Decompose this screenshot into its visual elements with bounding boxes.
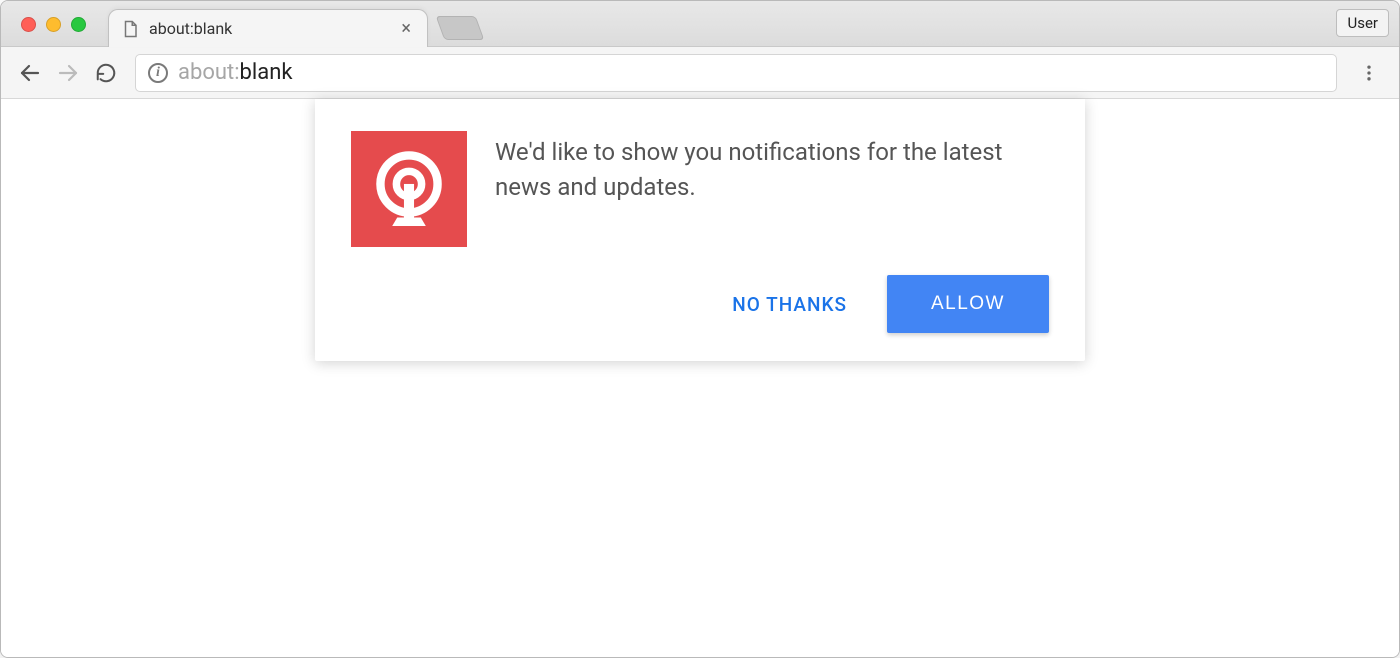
page-content: We'd like to show you notifications for … xyxy=(1,99,1399,657)
address-bar[interactable]: i about:blank xyxy=(135,54,1337,92)
browser-tab[interactable]: about:blank × xyxy=(108,9,428,47)
no-thanks-button[interactable]: NO THANKS xyxy=(724,279,855,330)
reload-button[interactable] xyxy=(91,58,121,88)
maximize-window-button[interactable] xyxy=(71,17,86,32)
close-window-button[interactable] xyxy=(21,17,36,32)
browser-window: about:blank × User i about:blank xyxy=(0,0,1400,658)
site-info-icon[interactable]: i xyxy=(148,63,168,83)
allow-button[interactable]: ALLOW xyxy=(887,275,1049,333)
tab-strip: about:blank × User xyxy=(1,1,1399,47)
notification-permission-prompt: We'd like to show you notifications for … xyxy=(315,99,1085,361)
onesignal-bell-icon xyxy=(351,131,467,247)
close-tab-button[interactable]: × xyxy=(397,20,415,38)
profile-button[interactable]: User xyxy=(1336,9,1389,37)
back-button[interactable] xyxy=(15,58,45,88)
url-host: blank xyxy=(240,60,293,85)
tab-title: about:blank xyxy=(149,19,397,38)
window-controls xyxy=(13,17,94,46)
url-scheme: about: xyxy=(178,60,240,85)
browser-toolbar: i about:blank xyxy=(1,47,1399,99)
forward-button[interactable] xyxy=(53,58,83,88)
prompt-actions: NO THANKS ALLOW xyxy=(351,275,1049,333)
browser-menu-button[interactable] xyxy=(1353,57,1385,89)
minimize-window-button[interactable] xyxy=(46,17,61,32)
prompt-body: We'd like to show you notifications for … xyxy=(351,131,1049,247)
prompt-message: We'd like to show you notifications for … xyxy=(495,131,1049,247)
blank-page-icon xyxy=(121,20,139,38)
url-text: about:blank xyxy=(178,60,293,85)
new-tab-button[interactable] xyxy=(436,16,485,40)
